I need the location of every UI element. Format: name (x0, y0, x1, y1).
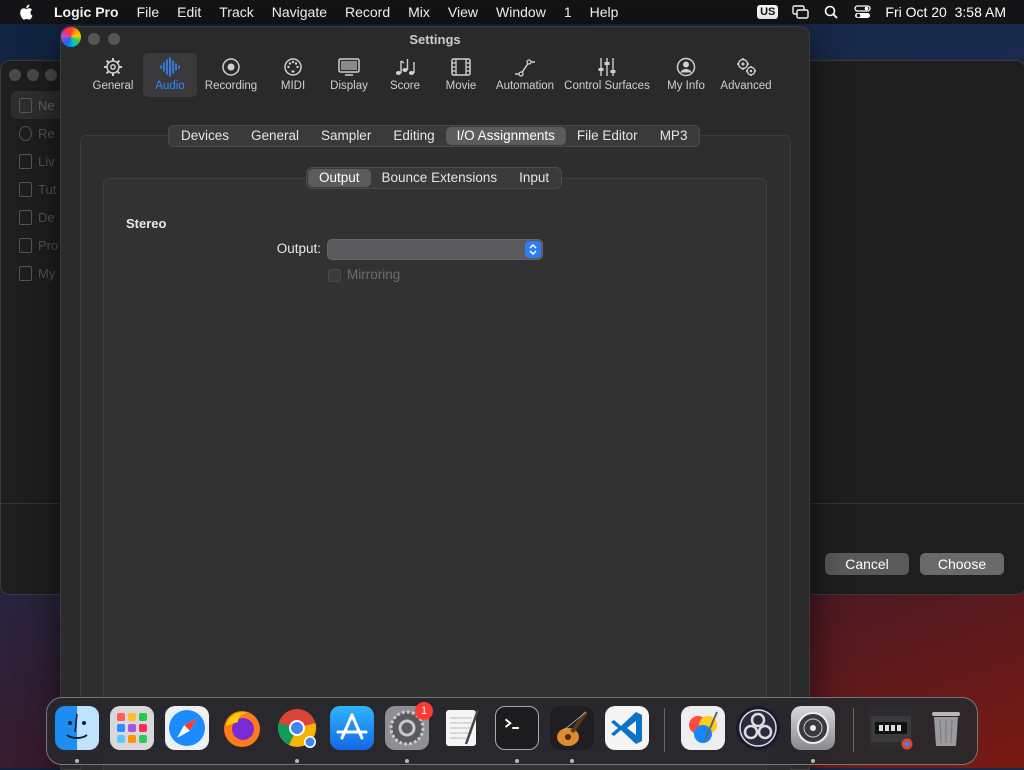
finder-icon[interactable] (55, 706, 99, 750)
mirroring-checkbox[interactable] (328, 269, 341, 282)
notification-badge: 1 (415, 702, 433, 720)
tab-devices[interactable]: Devices (170, 127, 240, 145)
menu-file[interactable]: File (137, 4, 160, 20)
toolbar-recording[interactable]: Recording (197, 53, 265, 97)
tab-file-editor[interactable]: File Editor (566, 127, 649, 145)
choose-button[interactable]: Choose (920, 553, 1004, 575)
tab-editing[interactable]: Editing (382, 127, 445, 145)
menu-navigate[interactable]: Navigate (272, 4, 327, 20)
textedit-icon[interactable] (440, 706, 484, 750)
search-icon[interactable] (823, 5, 840, 19)
io-assignments-panel (103, 178, 767, 770)
list-icon (19, 237, 32, 253)
chrome-window-icon[interactable] (869, 706, 913, 750)
control-center-icon[interactable] (854, 5, 872, 19)
dock: 1 (46, 697, 978, 765)
music-notes-icon (395, 59, 415, 75)
tab-io-assignments[interactable]: I/O Assignments (445, 127, 566, 145)
tab-mp3[interactable]: MP3 (649, 127, 699, 145)
window-title: Settings (409, 32, 461, 47)
menu-view[interactable]: View (448, 4, 478, 20)
chevron-updown-icon (525, 241, 541, 258)
menu-bar: Logic Pro File Edit Track Navigate Recor… (0, 0, 1024, 24)
folder-icon (19, 181, 32, 197)
person-icon (676, 57, 696, 77)
output-popup[interactable] (327, 239, 543, 260)
mirroring-label: Mirroring (347, 267, 401, 282)
toolbar-automation[interactable]: Automation (489, 53, 561, 97)
toolbar-general[interactable]: General (87, 53, 139, 97)
settings-toolbar: General Audio Recording MIDI Display Sco… (87, 53, 773, 97)
menu-help[interactable]: Help (590, 4, 619, 20)
menu-record[interactable]: Record (345, 4, 390, 20)
zoom-button[interactable] (45, 69, 57, 81)
launchpad-icon[interactable] (110, 706, 154, 750)
toolbar-advanced[interactable]: Advanced (719, 53, 773, 97)
document-icon (19, 153, 32, 169)
settings-window: Settings General Audio Recording MIDI Di… (60, 26, 810, 770)
toolbar-my-info[interactable]: My Info (653, 53, 719, 97)
cancel-button[interactable]: Cancel (825, 553, 909, 575)
document-icon (19, 97, 32, 113)
subtab-input[interactable]: Input (508, 169, 560, 187)
toolbar-display[interactable]: Display (321, 53, 377, 97)
firefox-icon[interactable] (220, 706, 264, 750)
toolbar-score[interactable]: Score (377, 53, 433, 97)
document-icon (19, 125, 32, 141)
toolbar-audio[interactable]: Audio (143, 53, 197, 97)
tab-general[interactable]: General (240, 127, 310, 145)
close-button[interactable] (9, 69, 21, 81)
apple-icon[interactable] (18, 3, 36, 21)
display-icon (338, 58, 360, 76)
menu-1[interactable]: 1 (564, 4, 572, 20)
menu-app-name[interactable]: Logic Pro (54, 4, 119, 20)
subtab-bounce-extensions[interactable]: Bounce Extensions (371, 169, 509, 187)
document-icon (19, 209, 32, 225)
midi-icon (284, 58, 302, 76)
trash-icon[interactable] (924, 706, 968, 750)
vscode-icon[interactable] (605, 706, 649, 750)
safari-icon[interactable] (165, 706, 209, 750)
sliders-icon (598, 58, 616, 76)
logic-pro-icon[interactable] (791, 706, 835, 750)
app-store-icon[interactable] (330, 706, 374, 750)
record-icon (222, 58, 240, 76)
io-subtabs: Output Bounce Extensions Input (306, 167, 563, 189)
menu-edit[interactable]: Edit (177, 4, 201, 20)
audio-tabs: Devices General Sampler Editing I/O Assi… (168, 125, 701, 147)
toolbar-midi[interactable]: MIDI (265, 53, 321, 97)
film-icon (451, 58, 471, 76)
automation-icon (515, 59, 535, 77)
menu-track[interactable]: Track (219, 4, 253, 20)
section-title-stereo: Stereo (126, 216, 167, 231)
pixelmator-icon[interactable] (681, 706, 725, 750)
gears-icon (737, 58, 756, 76)
list-icon (19, 265, 32, 281)
menu-mix[interactable]: Mix (408, 4, 430, 20)
output-label: Output: (276, 241, 321, 256)
screen-mirroring-icon[interactable] (792, 5, 810, 19)
menu-clock[interactable]: Fri Oct 20 3:58 AM (885, 4, 1006, 20)
menu-window[interactable]: Window (496, 4, 546, 20)
obs-icon[interactable] (736, 706, 780, 750)
toolbar-movie[interactable]: Movie (433, 53, 489, 97)
toolbar-control-surfaces[interactable]: Control Surfaces (561, 53, 653, 97)
tab-sampler[interactable]: Sampler (310, 127, 382, 145)
terminal-icon[interactable] (495, 706, 539, 750)
gear-icon (104, 58, 122, 76)
minimize-button[interactable] (27, 69, 39, 81)
garageband-icon[interactable] (550, 706, 594, 750)
input-source-badge[interactable]: US (757, 5, 779, 19)
waveform-icon (160, 57, 180, 77)
chrome-icon[interactable] (275, 706, 319, 750)
subtab-output[interactable]: Output (308, 169, 371, 187)
